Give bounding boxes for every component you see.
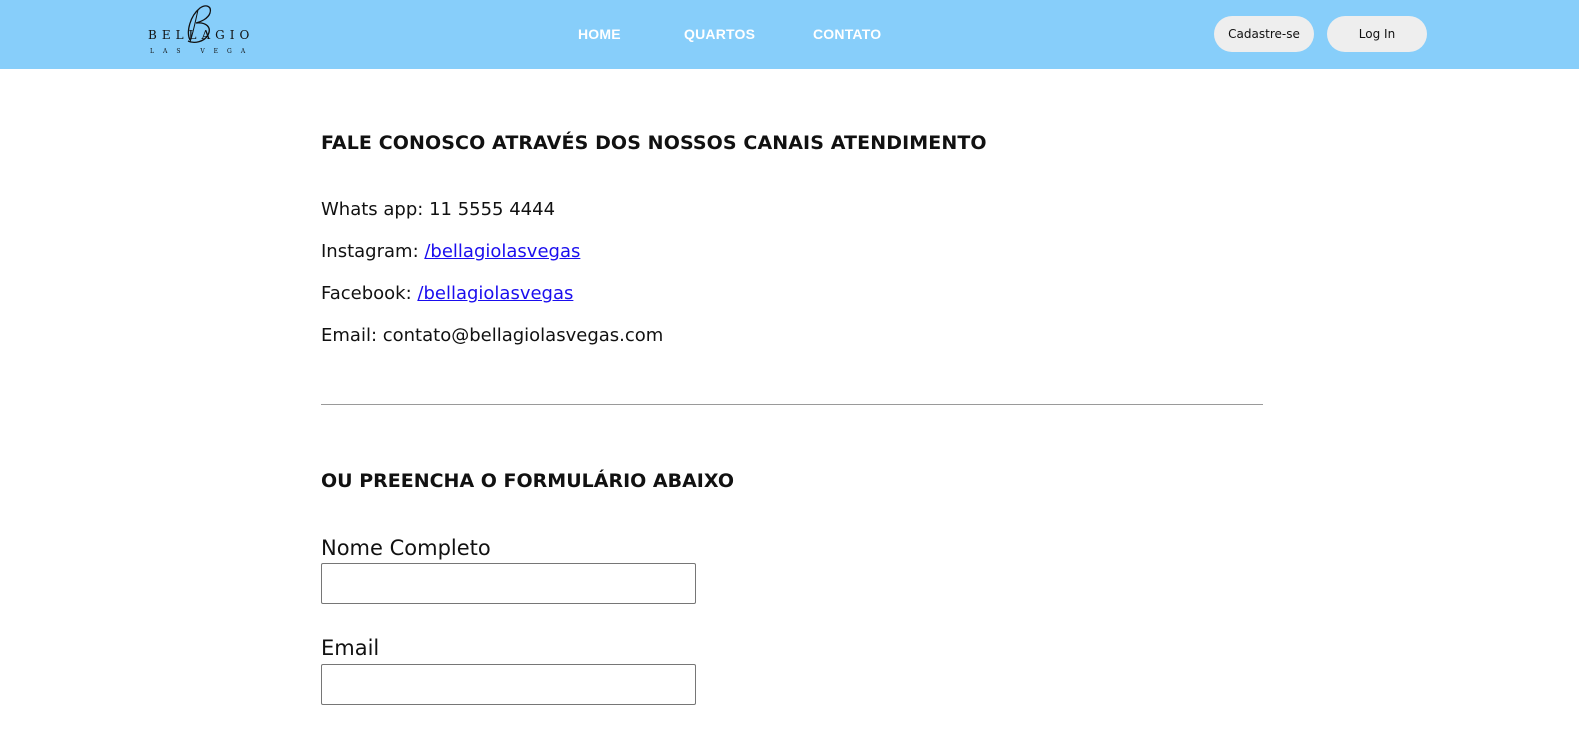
contact-heading: FALE CONOSCO ATRAVÉS DOS NOSSOS CANAIS A… [321, 132, 987, 154]
nav-home-link[interactable]: HOME [578, 26, 621, 42]
facebook-link[interactable]: /bellagiolasvegas [417, 283, 573, 304]
email-line: Email: contato@bellagiolasvegas.com [321, 325, 663, 346]
nav-contato-link[interactable]: CONTATO [813, 26, 881, 42]
whatsapp-label: Whats app: [321, 199, 430, 220]
form-heading: OU PREENCHA O FORMULÁRIO ABAIXO [321, 470, 734, 492]
email-address: contato@bellagiolasvegas.com [382, 325, 664, 346]
instagram-label: Instagram: [321, 241, 425, 262]
nav-quartos-link[interactable]: QUARTOS [684, 26, 755, 42]
top-navbar: BELLAGIO LAS VEGAS HOME QUARTOS CONTATO … [0, 0, 1579, 69]
signup-button[interactable]: Cadastre-se [1214, 16, 1314, 52]
email-label: Email: [321, 325, 383, 346]
whatsapp-line: Whats app: 11 5555 4444 [321, 199, 555, 220]
instagram-link[interactable]: /bellagiolasvegas [424, 241, 580, 262]
section-divider [321, 404, 1263, 405]
email-input[interactable] [321, 664, 696, 705]
whatsapp-number: 11 5555 4444 [429, 199, 556, 220]
instagram-line: Instagram: /bellagiolasvegas [321, 241, 580, 262]
login-button[interactable]: Log In [1327, 16, 1427, 52]
facebook-line: Facebook: /bellagiolasvegas [321, 283, 573, 304]
facebook-label: Facebook: [321, 283, 418, 304]
full-name-input[interactable] [321, 563, 696, 604]
email-field-label: Email [321, 636, 380, 660]
full-name-label: Nome Completo [321, 536, 491, 560]
